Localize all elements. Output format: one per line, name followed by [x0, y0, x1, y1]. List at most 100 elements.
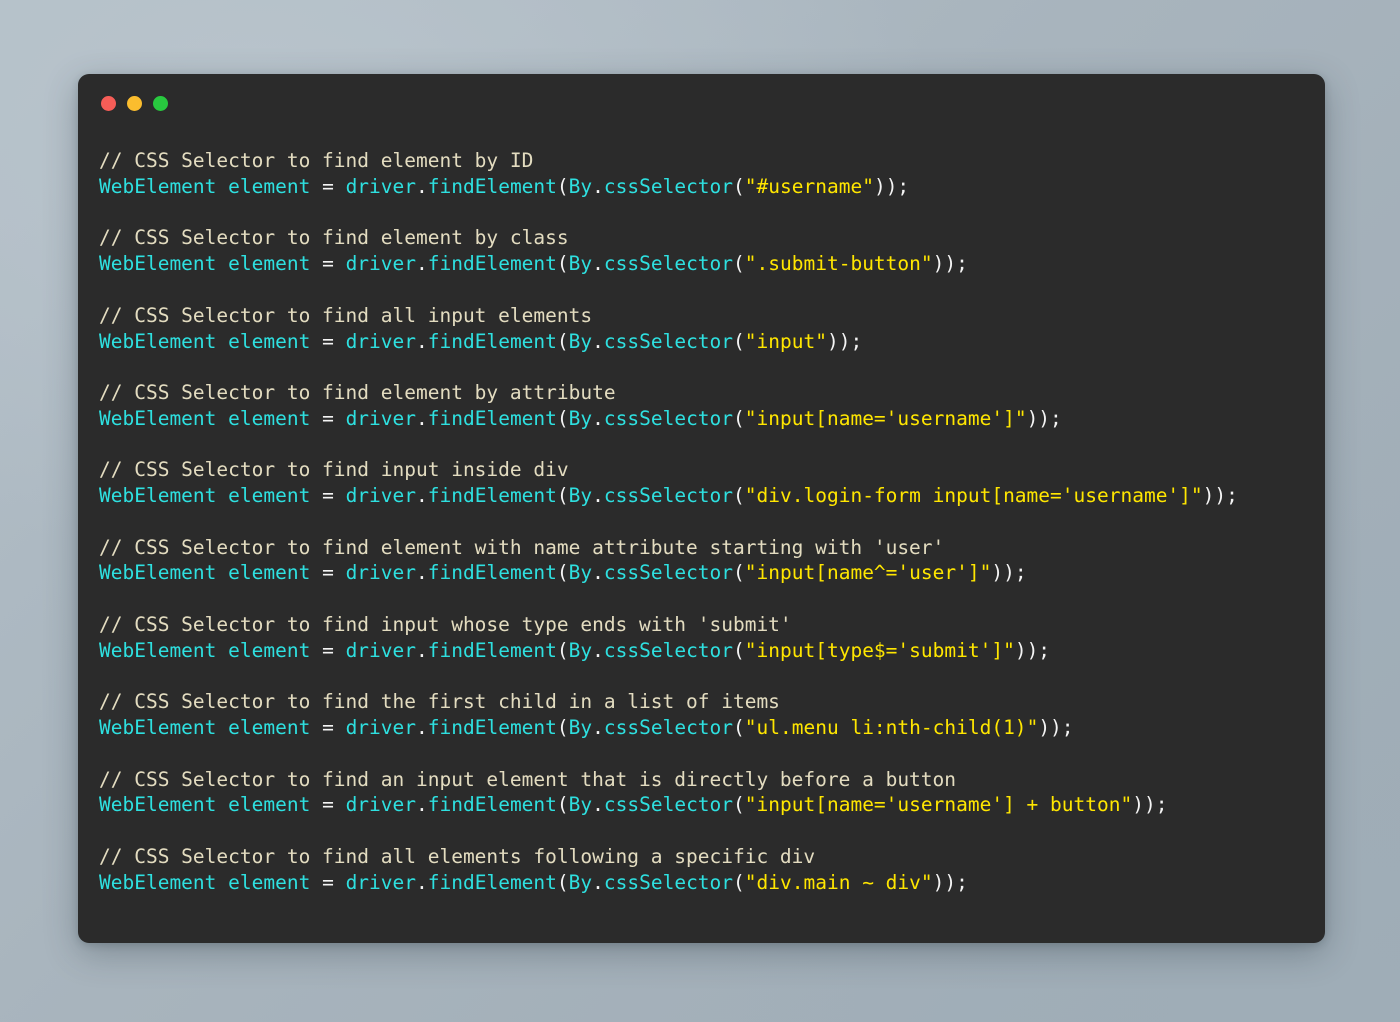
css-selector-token: cssSelector	[603, 716, 734, 740]
css-selector-token: cssSelector	[603, 252, 734, 276]
find-element-token: findElement	[427, 716, 557, 740]
open-paren: (	[733, 174, 745, 198]
declaration-token: WebElement element	[99, 716, 311, 740]
driver-token: driver	[345, 484, 417, 508]
declaration-token: WebElement element	[99, 561, 311, 585]
open-paren: (	[733, 484, 745, 508]
code-statement-line: WebElement element = driver.findElement(…	[99, 251, 1297, 277]
dot-punctuation: .	[592, 406, 604, 430]
driver-token: driver	[345, 716, 417, 740]
close-parens: ));	[932, 870, 968, 894]
find-element-token: findElement	[427, 870, 557, 894]
string-quote-close: "	[1003, 638, 1015, 662]
string-quote-open: "	[744, 716, 757, 740]
by-token: By	[568, 174, 593, 198]
driver-token: driver	[345, 329, 417, 353]
string-quote-open: "	[744, 484, 757, 508]
find-element-token: findElement	[427, 252, 557, 276]
assignment-operator: =	[310, 793, 346, 817]
open-paren: (	[556, 638, 569, 662]
string-quote-open: "	[744, 870, 757, 894]
selector-string: #username	[756, 174, 863, 198]
code-comment-line: // CSS Selector to find element with nam…	[99, 535, 1297, 561]
close-window-button[interactable]	[101, 95, 116, 111]
comment-text: // CSS Selector to find all input elemen…	[99, 303, 593, 327]
string-quote-close: "	[920, 252, 933, 276]
driver-token: driver	[345, 870, 417, 894]
window-titlebar	[78, 74, 1325, 132]
string-quote-close: "	[1120, 793, 1133, 817]
code-statement-line: WebElement element = driver.findElement(…	[99, 870, 1297, 896]
css-selector-token: cssSelector	[603, 793, 734, 817]
dot-punctuation: .	[416, 793, 428, 817]
close-parens: ));	[1038, 716, 1074, 740]
code-snippet-block: // CSS Selector to find input inside div…	[99, 457, 1297, 509]
dot-punctuation: .	[416, 406, 428, 430]
code-snippet-block: // CSS Selector to find element with nam…	[99, 535, 1297, 587]
string-quote-close: "	[920, 870, 933, 894]
close-parens: ));	[1202, 484, 1238, 508]
code-comment-line: // CSS Selector to find an input element…	[99, 767, 1297, 793]
code-comment-line: // CSS Selector to find element by ID	[99, 148, 1297, 174]
find-element-token: findElement	[427, 484, 557, 508]
by-token: By	[568, 406, 593, 430]
code-statement-line: WebElement element = driver.findElement(…	[99, 638, 1297, 664]
code-comment-line: // CSS Selector to find element by class	[99, 225, 1297, 251]
dot-punctuation: .	[592, 793, 604, 817]
by-token: By	[568, 870, 593, 894]
by-token: By	[568, 793, 593, 817]
dot-punctuation: .	[592, 870, 604, 894]
open-paren: (	[556, 406, 569, 430]
declaration-token: WebElement element	[99, 638, 311, 662]
comment-text: // CSS Selector to find element by class	[99, 226, 569, 250]
selector-string: input	[756, 329, 816, 353]
string-quote-close: "	[1026, 716, 1039, 740]
driver-token: driver	[345, 561, 417, 585]
open-paren: (	[556, 484, 569, 508]
code-statement-line: WebElement element = driver.findElement(…	[99, 174, 1297, 200]
code-window: // CSS Selector to find element by ID Web…	[78, 74, 1325, 943]
selector-string: div.main ~ div	[756, 870, 921, 894]
by-token: By	[568, 716, 593, 740]
comment-text: // CSS Selector to find element with nam…	[99, 535, 945, 559]
minimize-window-button[interactable]	[127, 95, 142, 111]
dot-punctuation: .	[416, 174, 428, 198]
open-paren: (	[556, 716, 569, 740]
string-quote-open: "	[744, 638, 757, 662]
code-statement-line: WebElement element = driver.findElement(…	[99, 329, 1297, 355]
assignment-operator: =	[310, 638, 346, 662]
code-block: // CSS Selector to find element by ID Web…	[78, 132, 1325, 896]
by-token: By	[568, 484, 593, 508]
dot-punctuation: .	[592, 252, 604, 276]
open-paren: (	[733, 329, 745, 353]
open-paren: (	[556, 561, 569, 585]
css-selector-token: cssSelector	[603, 484, 734, 508]
code-statement-line: WebElement element = driver.findElement(…	[99, 715, 1297, 741]
assignment-operator: =	[310, 716, 346, 740]
comment-text: // CSS Selector to find element by ID	[99, 149, 534, 172]
string-quote-open: "	[744, 406, 757, 430]
dot-punctuation: .	[416, 252, 428, 276]
maximize-window-button[interactable]	[153, 95, 168, 111]
code-snippet-block: // CSS Selector to find the first child …	[99, 689, 1297, 741]
code-snippet-block: // CSS Selector to find element by ID Web…	[99, 148, 1297, 200]
css-selector-token: cssSelector	[603, 174, 734, 198]
css-selector-token: cssSelector	[603, 406, 734, 430]
selector-string: input[name^='user']	[756, 561, 980, 585]
dot-punctuation: .	[416, 638, 428, 662]
declaration-token: WebElement element	[99, 870, 311, 894]
declaration-token: WebElement element	[99, 484, 311, 508]
find-element-token: findElement	[427, 561, 557, 585]
comment-text: // CSS Selector to find element by attri…	[99, 380, 616, 404]
open-paren: (	[733, 793, 745, 817]
open-paren: (	[733, 638, 745, 662]
close-parens: ));	[826, 329, 863, 353]
selector-string: .submit-button	[756, 252, 921, 276]
close-parens: ));	[1014, 638, 1051, 662]
code-comment-line: // CSS Selector to find input whose type…	[99, 612, 1297, 638]
css-selector-token: cssSelector	[603, 870, 734, 894]
comment-text: // CSS Selector to find input whose type…	[99, 612, 792, 636]
assignment-operator: =	[310, 484, 346, 508]
code-snippet-block: // CSS Selector to find all elements fol…	[99, 844, 1297, 896]
open-paren: (	[556, 329, 569, 353]
